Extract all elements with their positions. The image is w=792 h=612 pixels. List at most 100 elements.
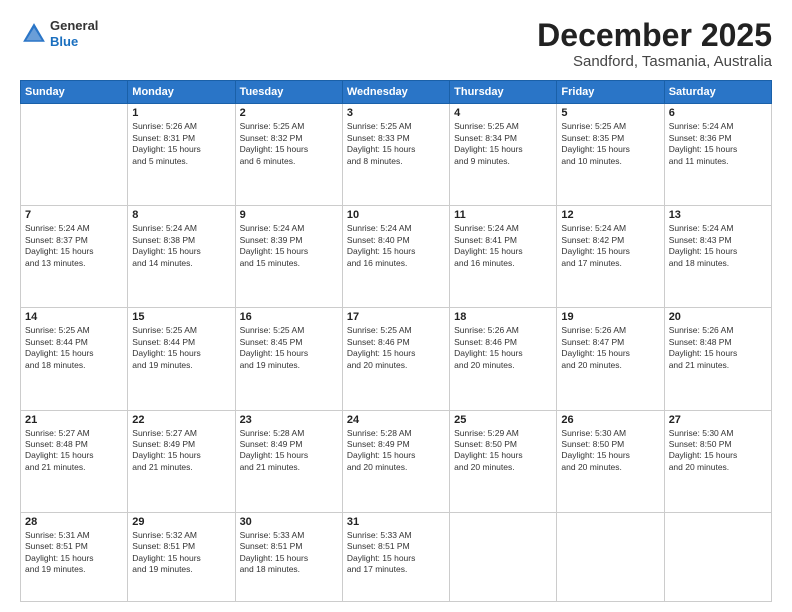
cell-info: Sunrise: 5:24 AMSunset: 8:38 PMDaylight:… [132,223,230,269]
table-row: 16 Sunrise: 5:25 AMSunset: 8:45 PMDayligh… [235,308,342,410]
logo-text: General Blue [50,18,98,49]
day-number: 22 [132,414,230,426]
day-number: 26 [561,414,659,426]
logo-general: General [50,18,98,34]
cell-info: Sunrise: 5:24 AMSunset: 8:40 PMDaylight:… [347,223,445,269]
col-saturday: Saturday [664,81,771,104]
table-row [557,512,664,601]
cell-info: Sunrise: 5:27 AMSunset: 8:49 PMDaylight:… [132,428,230,474]
table-row: 14 Sunrise: 5:25 AMSunset: 8:44 PMDayligh… [21,308,128,410]
day-number: 6 [669,107,767,119]
day-number: 19 [561,311,659,323]
cell-info: Sunrise: 5:25 AMSunset: 8:46 PMDaylight:… [347,325,445,371]
table-row: 26Sunrise: 5:30 AMSunset: 8:50 PMDayligh… [557,410,664,512]
table-row: 23Sunrise: 5:28 AMSunset: 8:49 PMDayligh… [235,410,342,512]
day-number: 15 [132,311,230,323]
day-number: 16 [240,311,338,323]
cell-info: Sunrise: 5:26 AMSunset: 8:46 PMDaylight:… [454,325,552,371]
day-number: 1 [132,107,230,119]
table-row: 7 Sunrise: 5:24 AMSunset: 8:37 PMDaylight… [21,206,128,308]
cell-info: Sunrise: 5:25 AMSunset: 8:32 PMDaylight:… [240,121,338,167]
cell-info: Sunrise: 5:30 AMSunset: 8:50 PMDaylight:… [669,428,767,474]
cell-info: Sunrise: 5:24 AMSunset: 8:42 PMDaylight:… [561,223,659,269]
day-number: 24 [347,414,445,426]
table-row: 6 Sunrise: 5:24 AMSunset: 8:36 PMDaylight… [664,104,771,206]
day-number: 13 [669,209,767,221]
col-tuesday: Tuesday [235,81,342,104]
table-row: 17 Sunrise: 5:25 AMSunset: 8:46 PMDayligh… [342,308,449,410]
table-row: 9Sunrise: 5:24 AMSunset: 8:39 PMDaylight… [235,206,342,308]
col-friday: Friday [557,81,664,104]
day-number: 7 [25,209,123,221]
table-row: 13 Sunrise: 5:24 AMSunset: 8:43 PMDayligh… [664,206,771,308]
table-row: 30 Sunrise: 5:33 AMSunset: 8:51 PMDayligh… [235,512,342,601]
cell-info: Sunrise: 5:29 AMSunset: 8:50 PMDaylight:… [454,428,552,474]
cell-info: Sunrise: 5:33 AMSunset: 8:51 PMDaylight:… [240,530,338,576]
logo-blue: Blue [50,34,98,50]
logo-icon [20,20,48,48]
cell-info: Sunrise: 5:24 AMSunset: 8:39 PMDaylight:… [240,223,338,269]
table-row: 11Sunrise: 5:24 AMSunset: 8:41 PMDayligh… [450,206,557,308]
table-row: 19Sunrise: 5:26 AMSunset: 8:47 PMDayligh… [557,308,664,410]
table-row: 25Sunrise: 5:29 AMSunset: 8:50 PMDayligh… [450,410,557,512]
table-row: 8Sunrise: 5:24 AMSunset: 8:38 PMDaylight… [128,206,235,308]
day-number: 14 [25,311,123,323]
cell-info: Sunrise: 5:24 AMSunset: 8:37 PMDaylight:… [25,223,123,269]
calendar-header-row: Sunday Monday Tuesday Wednesday Thursday… [21,81,772,104]
cell-info: Sunrise: 5:25 AMSunset: 8:45 PMDaylight:… [240,325,338,371]
day-number: 31 [347,516,445,528]
table-row [21,104,128,206]
calendar-table: Sunday Monday Tuesday Wednesday Thursday… [20,80,772,602]
page: General Blue December 2025 Sandford, Tas… [0,0,792,612]
cell-info: Sunrise: 5:28 AMSunset: 8:49 PMDaylight:… [347,428,445,474]
day-number: 28 [25,516,123,528]
cell-info: Sunrise: 5:31 AMSunset: 8:51 PMDaylight:… [25,530,123,576]
page-title: December 2025 [537,18,772,53]
day-number: 20 [669,311,767,323]
page-subtitle: Sandford, Tasmania, Australia [537,53,772,70]
table-row: 21 Sunrise: 5:27 AMSunset: 8:48 PMDayligh… [21,410,128,512]
cell-info: Sunrise: 5:26 AMSunset: 8:48 PMDaylight:… [669,325,767,371]
table-row [450,512,557,601]
day-number: 27 [669,414,767,426]
col-sunday: Sunday [21,81,128,104]
table-row [664,512,771,601]
logo: General Blue [20,18,98,49]
table-row: 22 Sunrise: 5:27 AMSunset: 8:49 PMDayligh… [128,410,235,512]
cell-info: Sunrise: 5:24 AMSunset: 8:43 PMDaylight:… [669,223,767,269]
day-number: 5 [561,107,659,119]
table-row: 20 Sunrise: 5:26 AMSunset: 8:48 PMDayligh… [664,308,771,410]
day-number: 10 [347,209,445,221]
col-monday: Monday [128,81,235,104]
table-row: 31Sunrise: 5:33 AMSunset: 8:51 PMDayligh… [342,512,449,601]
day-number: 21 [25,414,123,426]
cell-info: Sunrise: 5:24 AMSunset: 8:41 PMDaylight:… [454,223,552,269]
table-row: 24 Sunrise: 5:28 AMSunset: 8:49 PMDayligh… [342,410,449,512]
day-number: 18 [454,311,552,323]
table-row: 29Sunrise: 5:32 AMSunset: 8:51 PMDayligh… [128,512,235,601]
day-number: 4 [454,107,552,119]
col-wednesday: Wednesday [342,81,449,104]
table-row: 2 Sunrise: 5:25 AMSunset: 8:32 PMDaylight… [235,104,342,206]
cell-info: Sunrise: 5:25 AMSunset: 8:34 PMDaylight:… [454,121,552,167]
day-number: 12 [561,209,659,221]
col-thursday: Thursday [450,81,557,104]
header: General Blue December 2025 Sandford, Tas… [20,18,772,70]
table-row: 27 Sunrise: 5:30 AMSunset: 8:50 PMDayligh… [664,410,771,512]
day-number: 3 [347,107,445,119]
title-block: December 2025 Sandford, Tasmania, Austra… [537,18,772,70]
cell-info: Sunrise: 5:24 AMSunset: 8:36 PMDaylight:… [669,121,767,167]
day-number: 30 [240,516,338,528]
day-number: 29 [132,516,230,528]
table-row: 5 Sunrise: 5:25 AMSunset: 8:35 PMDaylight… [557,104,664,206]
cell-info: Sunrise: 5:25 AMSunset: 8:44 PMDaylight:… [25,325,123,371]
table-row: 15 Sunrise: 5:25 AMSunset: 8:44 PMDayligh… [128,308,235,410]
cell-info: Sunrise: 5:26 AMSunset: 8:31 PMDaylight:… [132,121,230,167]
cell-info: Sunrise: 5:25 AMSunset: 8:44 PMDaylight:… [132,325,230,371]
table-row: 4 Sunrise: 5:25 AMSunset: 8:34 PMDaylight… [450,104,557,206]
cell-info: Sunrise: 5:25 AMSunset: 8:35 PMDaylight:… [561,121,659,167]
day-number: 17 [347,311,445,323]
day-number: 23 [240,414,338,426]
cell-info: Sunrise: 5:27 AMSunset: 8:48 PMDaylight:… [25,428,123,474]
day-number: 2 [240,107,338,119]
